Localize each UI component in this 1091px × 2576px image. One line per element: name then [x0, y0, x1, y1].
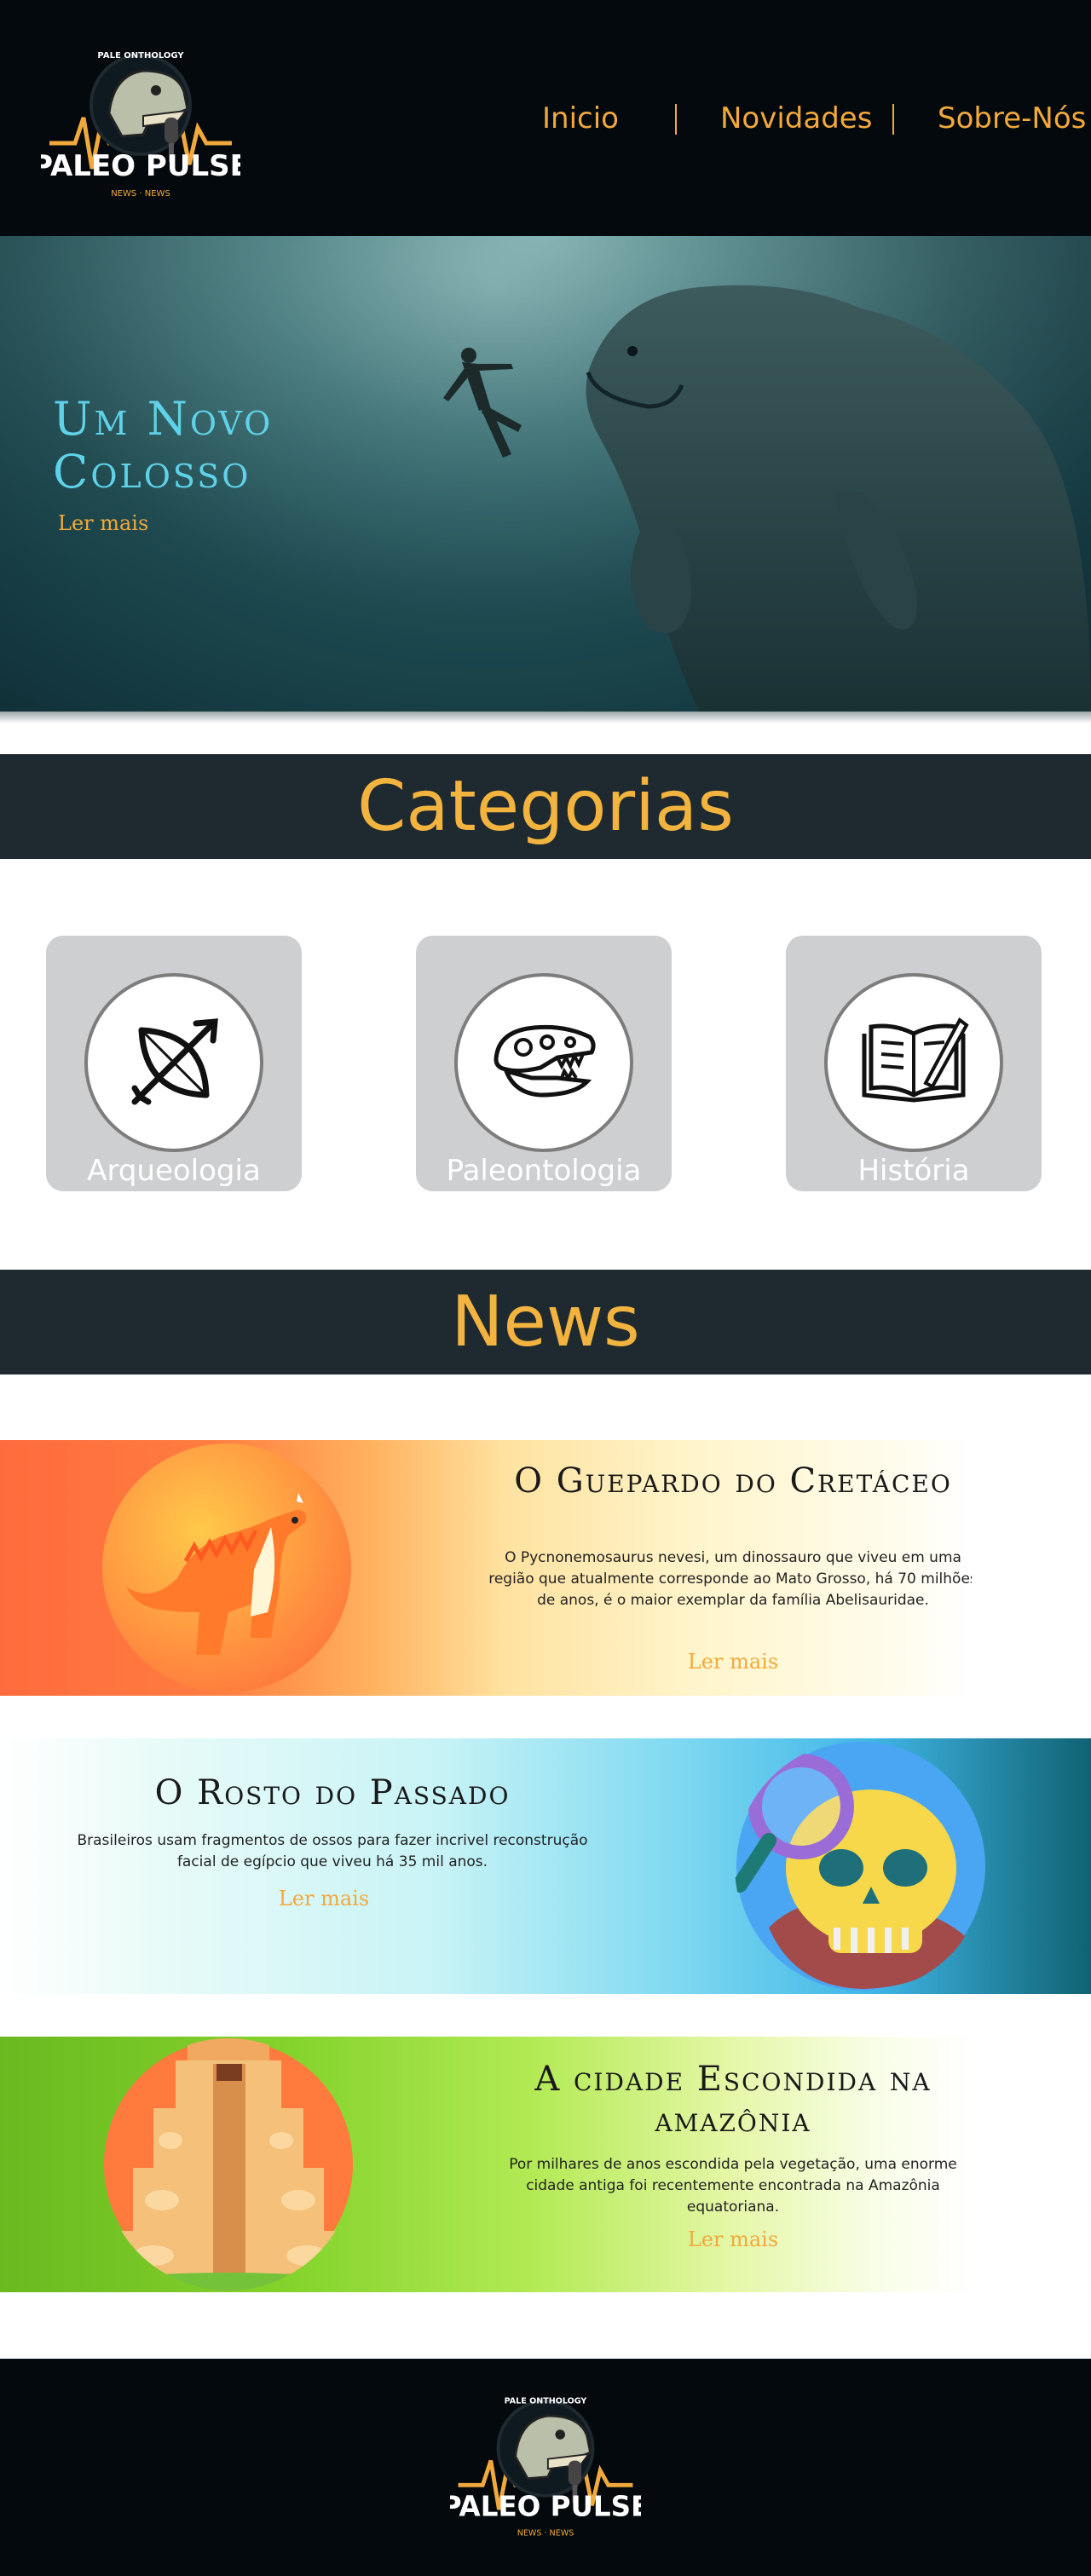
news-card-rosto-do-passado[interactable]: O Rosto do Passado Brasileiros usam frag…	[0, 1738, 1091, 1994]
logo-top-text: PALE ONTHOLOGY	[97, 51, 184, 61]
category-label: Paleontologia	[446, 1154, 642, 1188]
news-read-more-link[interactable]: Ler mais	[239, 1887, 409, 1910]
skull-magnifier-illustration	[735, 1742, 985, 1991]
category-card-arqueologia[interactable]: Arqueologia	[46, 936, 302, 1191]
ancient-pyramid-illustration	[104, 2038, 353, 2291]
category-icon-circle	[84, 973, 263, 1152]
category-card-historia[interactable]: História	[786, 936, 1042, 1191]
open-book-icon	[862, 1017, 969, 1103]
news-title: A cidade Escondida na amazônia	[534, 2060, 932, 2140]
news-card-guepardo[interactable]: O Guepardo do Cretáceo O Pycnonemosaurus…	[0, 1440, 972, 1696]
news-heading: News	[0, 1270, 1091, 1374]
bow-arrow-icon	[131, 1018, 218, 1105]
logo-main-text: PALEO PULSE	[450, 2491, 641, 2523]
category-icon-circle	[824, 973, 1003, 1152]
news-description: O Pycnonemosaurus nevesi, um dinossauro …	[488, 1549, 972, 1609]
nav-divider	[892, 104, 894, 135]
category-label: Arqueologia	[87, 1154, 261, 1188]
news-read-more-link[interactable]: Ler mais	[648, 2227, 818, 2251]
nav-item-sobre-nos[interactable]: Sobre-Nós	[938, 95, 1086, 141]
news-title: O Rosto do Passado	[154, 1773, 511, 1812]
site-footer: PALE ONTHOLOGY PALEO PULSE NEWS · NEWS	[0, 2359, 1091, 2576]
logo-sub-text: NEWS · NEWS	[517, 2529, 574, 2539]
nav-divider	[675, 104, 677, 135]
nav-item-inicio[interactable]: Inicio	[542, 95, 619, 141]
paleo-pulse-footer-logo[interactable]: PALE ONTHOLOGY PALEO PULSE NEWS · NEWS	[450, 2377, 641, 2548]
category-card-paleontologia[interactable]: Paleontologia	[416, 936, 672, 1191]
hero-banner: Um Novo Colosso Ler mais	[0, 236, 1091, 712]
dinosaur-illustration	[102, 1444, 351, 1692]
logo-sub-text: NEWS · NEWS	[111, 189, 170, 199]
logo-main-text: PALEO PULSE	[41, 149, 240, 183]
news-title: O Guepardo do Cretáceo	[514, 1461, 952, 1501]
news-description: Por milhares de anos escondida pela vege…	[509, 2156, 957, 2216]
logo-top-text: PALE ONTHOLOGY	[505, 2397, 588, 2406]
news-read-more-link[interactable]: Ler mais	[648, 1650, 818, 1674]
paleo-pulse-logo[interactable]: PALE ONTHOLOGY PALEO PULSE NEWS · NEWS	[41, 32, 240, 207]
dinosaur-skull-icon	[494, 1024, 596, 1098]
categories-heading: Categorias	[0, 754, 1091, 859]
hero-read-more-link[interactable]: Ler mais	[58, 511, 148, 535]
news-description: Brasileiros usam fragmentos de ossos par…	[77, 1832, 588, 1870]
category-label: História	[857, 1154, 970, 1188]
hero-title: Um Novo Colosso	[53, 392, 274, 498]
nav-item-novidades[interactable]: Novidades	[720, 95, 872, 141]
news-card-cidade-escondida[interactable]: A cidade Escondida na amazônia Por milha…	[0, 2037, 972, 2292]
site-header: PALE ONTHOLOGY PALEO PULSE NEWS · NEWS I…	[0, 0, 1091, 236]
category-icon-circle	[454, 973, 633, 1152]
hero-shadow	[0, 712, 1091, 723]
